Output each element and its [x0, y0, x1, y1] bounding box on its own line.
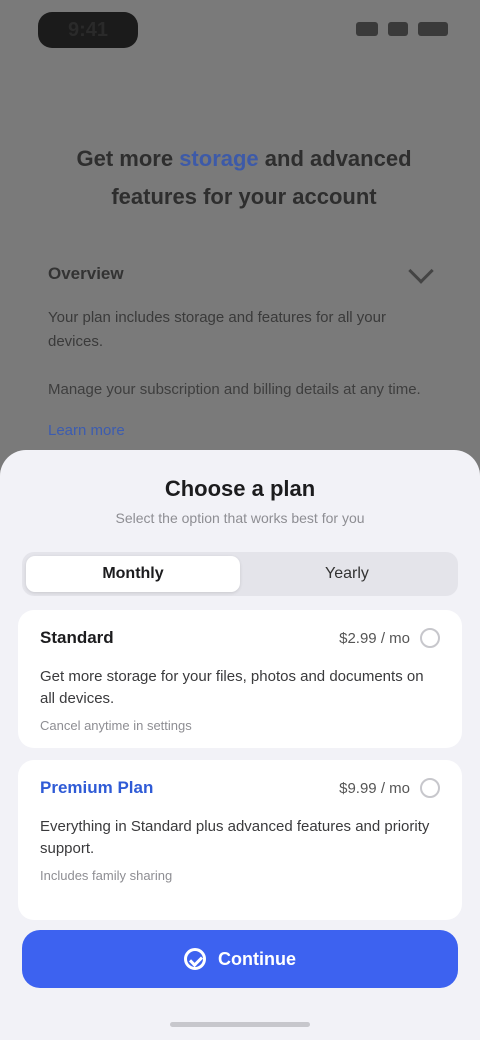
segment-yearly[interactable]: Yearly [240, 556, 454, 592]
plan-price: $2.99 / mo [339, 629, 410, 647]
plan-card-standard[interactable]: Standard $2.99 / mo Get more storage for… [18, 610, 462, 748]
status-time: 9:41 [38, 12, 138, 48]
background-paragraph-2: Manage your subscription and billing det… [48, 381, 421, 398]
signal-icon [356, 22, 378, 36]
radio-icon[interactable] [420, 778, 440, 798]
background-headline: Get more storage and advanced features f… [54, 140, 434, 216]
plan-card-premium[interactable]: Premium Plan $9.99 / mo Everything in St… [18, 760, 462, 920]
headline-prefix: Get more [76, 146, 174, 171]
plan-description: Everything in Standard plus advanced fea… [40, 818, 430, 857]
learn-more-link[interactable]: Learn more [48, 422, 125, 439]
radio-icon[interactable] [420, 628, 440, 648]
system-icons [356, 22, 448, 36]
sheet-subtitle: Select the option that works best for yo… [115, 510, 365, 526]
plan-name: Premium Plan [40, 778, 154, 797]
home-indicator [170, 1022, 310, 1027]
plan-note: Cancel anytime in settings [40, 718, 192, 733]
wifi-icon [388, 22, 408, 36]
continue-button-label: Continue [218, 948, 296, 969]
plan-description: Get more storage for your files, photos … [40, 668, 424, 707]
background-page: 9:41 Get more storage and advanced featu… [0, 0, 480, 470]
background-paragraph: Your plan includes storage and features … [48, 309, 386, 350]
plan-price: $9.99 / mo [339, 779, 410, 797]
plan-note: Includes family sharing [40, 868, 173, 883]
chevron-down-icon [408, 258, 434, 284]
sheet-title: Choose a plan [164, 476, 316, 501]
checkmark-circle-icon [184, 948, 206, 970]
billing-period-segmented-control: Monthly Yearly [22, 552, 458, 596]
plan-bottom-sheet: Choose a plan Select the option that wor… [0, 450, 480, 1040]
continue-button[interactable]: Continue [22, 930, 458, 988]
background-overview-row[interactable]: Overview [48, 258, 436, 290]
overview-label: Overview [48, 264, 124, 283]
segment-monthly[interactable]: Monthly [26, 556, 240, 592]
plan-name: Standard [40, 628, 114, 647]
status-bar: 9:41 [0, 0, 480, 60]
headline-accent: storage [179, 146, 259, 171]
battery-icon [418, 22, 448, 36]
